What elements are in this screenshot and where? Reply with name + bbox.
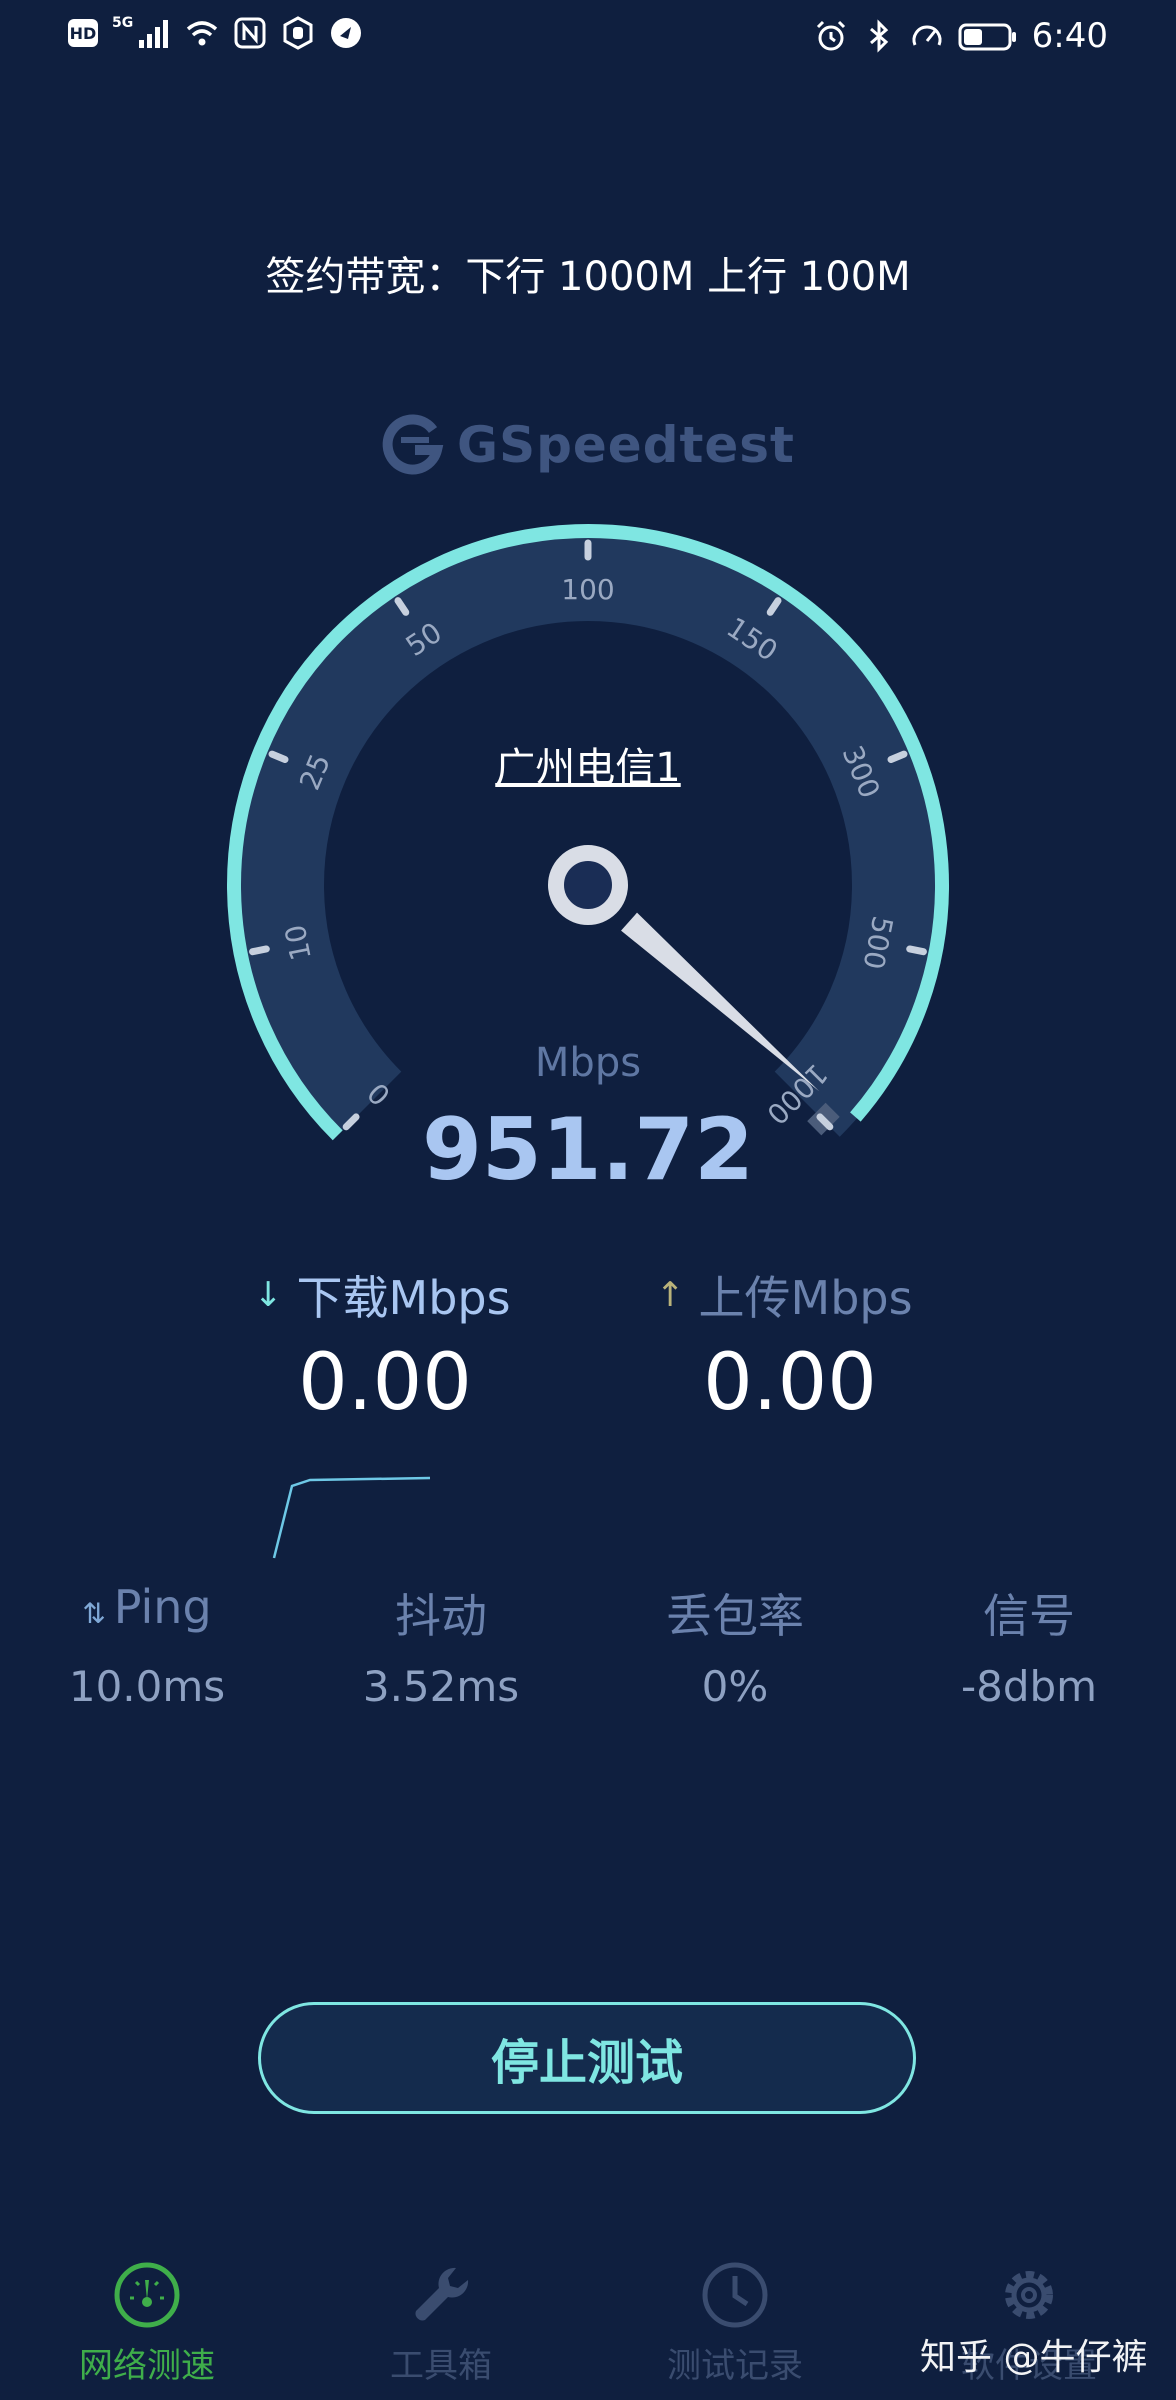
status-left: HD 5G (68, 15, 363, 50)
download-value: 0.00 (298, 1338, 472, 1428)
brand: GSpeedtest (0, 412, 1176, 478)
metric-label-text: Ping (113, 1580, 212, 1634)
ping-arrows-icon: ⇅ (82, 1597, 106, 1630)
upload-label: ↑ 上传Mbps (656, 1262, 913, 1328)
metric-value-ping: 10.0ms (68, 1662, 226, 1711)
status-bar: HD 5G 6:40 (0, 0, 1176, 72)
upload-value: 0.00 (703, 1338, 877, 1428)
signal-icon (137, 16, 171, 50)
app-icon (329, 16, 363, 50)
download-label-text: 下载Mbps (296, 1271, 511, 1325)
network-type-label: 5G (112, 15, 134, 31)
metric-value-signal: -8dbm (960, 1662, 1098, 1711)
download-label: ↓ 下载Mbps (254, 1262, 511, 1328)
speedtest-screen: HD 5G 6:40 签约带宽：下行 1000M 上行 100M GSpeedt… (0, 0, 1176, 2400)
hand-icon (281, 16, 315, 50)
metric-label-jitter: 抖动 (395, 1589, 487, 1643)
gauge-track (232, 529, 944, 1137)
bluetooth-icon (862, 19, 896, 53)
download-arrow-icon: ↓ (254, 1275, 283, 1315)
gear-icon (994, 2260, 1064, 2330)
metrics-labels: ⇅ Ping 抖动 丢包率 信号 (0, 1580, 1176, 1646)
metric-value-packet-loss: 0% (701, 1662, 769, 1711)
contract-bandwidth: 签约带宽：下行 1000M 上行 100M (265, 254, 911, 300)
wrench-icon (406, 2260, 476, 2330)
status-time: 6:40 (1031, 16, 1108, 56)
speed-icon (910, 19, 944, 53)
metric-label-ping: ⇅ Ping (0, 1580, 294, 1646)
alarm-icon (814, 19, 848, 53)
gauge-needle-hub (548, 845, 628, 925)
gauge-tick-label: 10 (279, 922, 318, 963)
tab-speedtest[interactable]: 网络测速 (0, 2260, 294, 2400)
gauge-tick (249, 945, 270, 956)
nav-label: 网络测速 (79, 2346, 215, 2386)
metrics-values: 10.0ms 3.52ms 0% -8dbm (0, 1662, 1176, 1711)
gauge-tick-label: 100 (561, 573, 614, 606)
tab-toolbox[interactable]: 工具箱 (294, 2260, 588, 2400)
hd-icon: HD (68, 19, 98, 47)
status-right: 6:40 (814, 16, 1108, 56)
brand-name: GSpeedtest (457, 416, 795, 474)
watermark: 知乎 @牛仔裤 (920, 2337, 1148, 2378)
battery-icon (958, 19, 1018, 53)
metric-label-packet-loss: 丢包率 (666, 1589, 804, 1643)
metric-value-jitter: 3.52ms (362, 1662, 520, 1711)
wifi-icon (185, 16, 219, 50)
upload-label-text: 上传Mbps (698, 1271, 913, 1325)
gauge-tick (906, 945, 927, 956)
tab-history[interactable]: 测试记录 (588, 2260, 882, 2400)
upload-arrow-icon: ↑ (656, 1275, 685, 1315)
server-name-link[interactable]: 广州电信1 (0, 735, 1176, 793)
nav-label: 工具箱 (390, 2346, 492, 2386)
current-speed: 951.72 (422, 1100, 754, 1200)
stop-test-button[interactable]: 停止测试 (258, 2002, 916, 2114)
speedometer-icon (112, 2260, 182, 2330)
clock-icon (700, 2260, 770, 2330)
nfc-icon (233, 16, 267, 50)
speed-sparkline (272, 1476, 431, 1559)
metric-label-signal: 信号 (983, 1589, 1075, 1643)
speed-unit: Mbps (534, 1040, 642, 1086)
gspeedtest-logo-icon (381, 412, 447, 478)
nav-label: 测试记录 (667, 2346, 803, 2386)
